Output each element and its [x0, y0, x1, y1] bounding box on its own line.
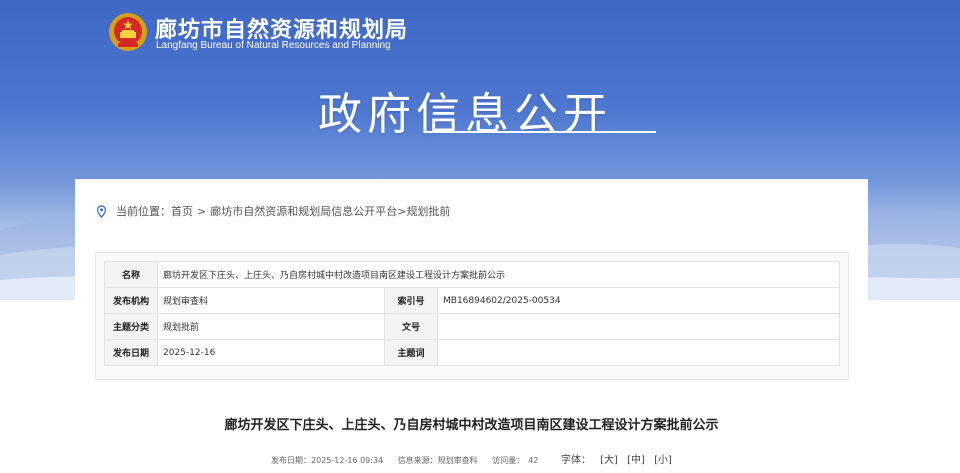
breadcrumb-separator: > [197, 204, 207, 218]
font-size-controls: 字体： [大] [中] [小] [561, 455, 672, 466]
font-medium-button[interactable]: [中] [627, 455, 645, 466]
table-row: 主题分类 规划批前 文号 [104, 313, 840, 340]
breadcrumb-section-link[interactable]: 规划批前 [406, 203, 450, 219]
doc-number-label: 文号 [384, 313, 438, 340]
national-emblem-icon [109, 13, 147, 51]
keyword-value [437, 339, 840, 366]
article-meta: 发布日期：2025-12-16 09:34 信息来源：规划审查科 访问量： 42 … [75, 451, 868, 466]
publisher-label: 发布机构 [104, 287, 158, 314]
font-size-label: 字体： [560, 455, 591, 466]
publisher-value: 规划审查科 [157, 287, 385, 314]
breadcrumb-platform-link[interactable]: 廊坊市自然资源和规划局信息公开平台 [210, 203, 397, 219]
breadcrumb-prefix: 当前位置： [116, 205, 171, 218]
visit-count-label: 访问量： [492, 456, 525, 465]
metadata-table: 名称 廊坊开发区下庄头、上庄头、乃自房村城中村改造项目南区建设工程设计方案批前公… [104, 261, 840, 366]
doc-number-value [437, 313, 840, 340]
date-label: 发布日期 [104, 339, 158, 366]
breadcrumb: 当前位置： 首页 > 廊坊市自然资源和规划局信息公开平台 > 规划批前 [95, 203, 450, 219]
publish-time: 发布日期：2025-12-16 09:34 [271, 456, 384, 465]
category-value: 规划批前 [157, 313, 385, 340]
index-label: 索引号 [384, 287, 438, 314]
visit-count: 访问量： 42 [492, 456, 538, 465]
metadata-panel: 名称 廊坊开发区下庄头、上庄头、乃自房村城中村改造项目南区建设工程设计方案批前公… [95, 252, 849, 380]
date-value: 2025-12-16 [157, 339, 385, 366]
font-large-button[interactable]: [大] [600, 455, 618, 466]
name-label: 名称 [104, 261, 158, 288]
site-subtitle: Langfang Bureau of Natural Resources and… [156, 40, 391, 51]
category-label: 主题分类 [104, 313, 158, 340]
keyword-label: 主题词 [384, 339, 438, 366]
font-small-button[interactable]: [小] [654, 455, 672, 466]
table-row: 名称 廊坊开发区下庄头、上庄头、乃自房村城中村改造项目南区建设工程设计方案批前公… [104, 261, 840, 288]
table-row: 发布机构 规划审查科 索引号 MB16894602/2025-00534 [104, 287, 840, 314]
title-underline [424, 131, 656, 133]
index-value: MB16894602/2025-00534 [437, 287, 840, 314]
content-card: 当前位置： 首页 > 廊坊市自然资源和规划局信息公开平台 > 规划批前 名称 廊… [75, 179, 868, 473]
location-pin-icon [96, 204, 107, 218]
info-source: 信息来源：规划审查科 [397, 456, 478, 465]
breadcrumb-separator: > [397, 204, 407, 218]
name-value: 廊坊开发区下庄头、上庄头、乃自房村城中村改造项目南区建设工程设计方案批前公示 [157, 261, 840, 288]
breadcrumb-home-link[interactable]: 首页 [171, 203, 193, 219]
article-title: 廊坊开发区下庄头、上庄头、乃自房村城中村改造项目南区建设工程设计方案批前公示 [224, 418, 719, 433]
table-row: 发布日期 2025-12-16 主题词 [104, 339, 840, 366]
visit-count-value: 42 [528, 456, 539, 465]
